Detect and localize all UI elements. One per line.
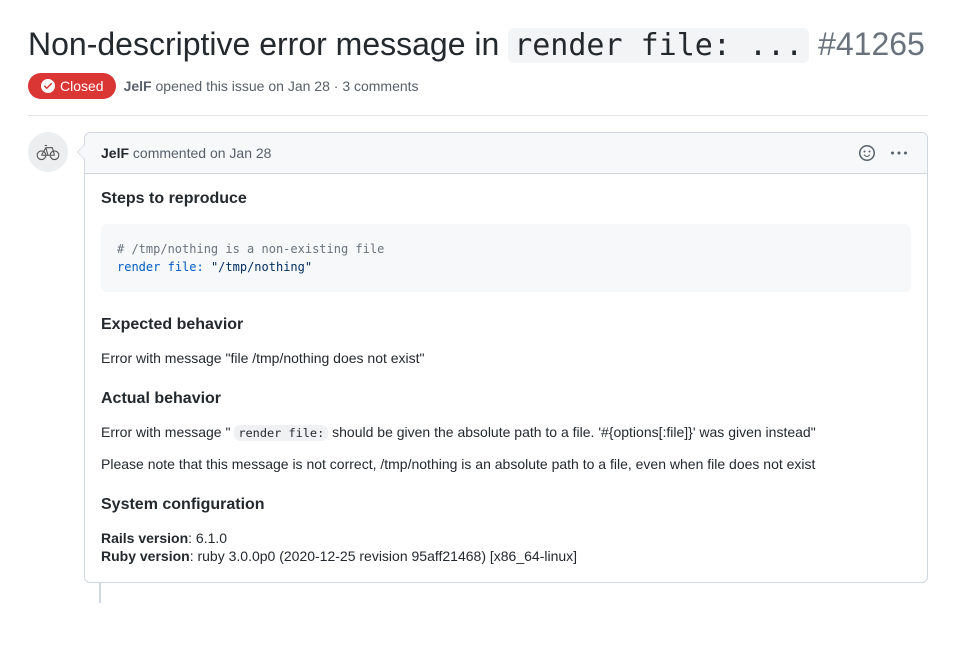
opened-text: opened this issue xyxy=(152,78,269,94)
code-block-reproduce: # /tmp/nothing is a non-existing file re… xyxy=(101,224,911,292)
issue-title-code: render file: ... xyxy=(508,28,809,63)
comment-author-link[interactable]: JelF xyxy=(101,145,129,161)
ruby-version-label: Ruby version xyxy=(101,548,190,564)
code-string: "/tmp/nothing" xyxy=(211,260,312,274)
kebab-menu-button[interactable] xyxy=(887,141,911,165)
commented-text: commented xyxy=(129,145,210,161)
note-text: Please note that this message is not cor… xyxy=(101,456,911,472)
issue-author-link[interactable]: JelF xyxy=(124,78,152,94)
comment-count: 3 comments xyxy=(342,78,418,94)
heading-expected: Expected behavior xyxy=(101,316,911,334)
rails-version-value: : 6.1.0 xyxy=(188,530,227,546)
heading-actual: Actual behavior xyxy=(101,390,911,408)
expected-text: Error with message "file /tmp/nothing do… xyxy=(101,350,911,366)
timeline-connector xyxy=(99,583,101,603)
meta-sep: · xyxy=(330,78,342,94)
issue-title-text: Non-descriptive error message in xyxy=(28,26,508,62)
heading-sysconfig: System configuration xyxy=(101,496,911,514)
comment-header: JelF commented on Jan 28 xyxy=(85,133,927,174)
actual-inline-code: render file: xyxy=(234,425,328,441)
ruby-version-value: : ruby 3.0.0p0 (2020-12-25 revision 95af… xyxy=(190,548,577,564)
actual-text: Error with message " render file: should… xyxy=(101,424,911,440)
state-badge-closed: Closed xyxy=(28,73,116,99)
comment-body: Steps to reproduce # /tmp/nothing is a n… xyxy=(85,174,927,582)
issue-meta: JelF opened this issue on Jan 28 · 3 com… xyxy=(124,78,419,94)
opened-date-link[interactable]: on Jan 28 xyxy=(268,78,330,94)
comment-box: JelF commented on Jan 28 Steps to reprod… xyxy=(84,132,928,583)
kebab-icon xyxy=(891,145,907,161)
issue-number: #41265 xyxy=(818,26,925,62)
comment-date-link[interactable]: on Jan 28 xyxy=(210,145,272,161)
rails-version-label: Rails version xyxy=(101,530,188,546)
system-info: Rails version: 6.1.0 Ruby version: ruby … xyxy=(101,530,911,564)
emoji-reaction-button[interactable] xyxy=(855,141,879,165)
code-comment: # /tmp/nothing is a non-existing file xyxy=(117,242,384,256)
actual-post: should be given the absolute path to a f… xyxy=(328,424,815,440)
bicycle-icon xyxy=(35,139,61,165)
code-keyword-render: render xyxy=(117,260,160,274)
issue-title: Non-descriptive error message in render … xyxy=(28,24,928,65)
actual-pre: Error with message " xyxy=(101,424,234,440)
issue-closed-icon xyxy=(40,78,56,94)
code-keyword-file: file: xyxy=(168,260,204,274)
state-label: Closed xyxy=(60,78,104,94)
heading-steps: Steps to reproduce xyxy=(101,190,911,208)
smiley-icon xyxy=(859,145,875,161)
avatar[interactable] xyxy=(28,132,68,172)
